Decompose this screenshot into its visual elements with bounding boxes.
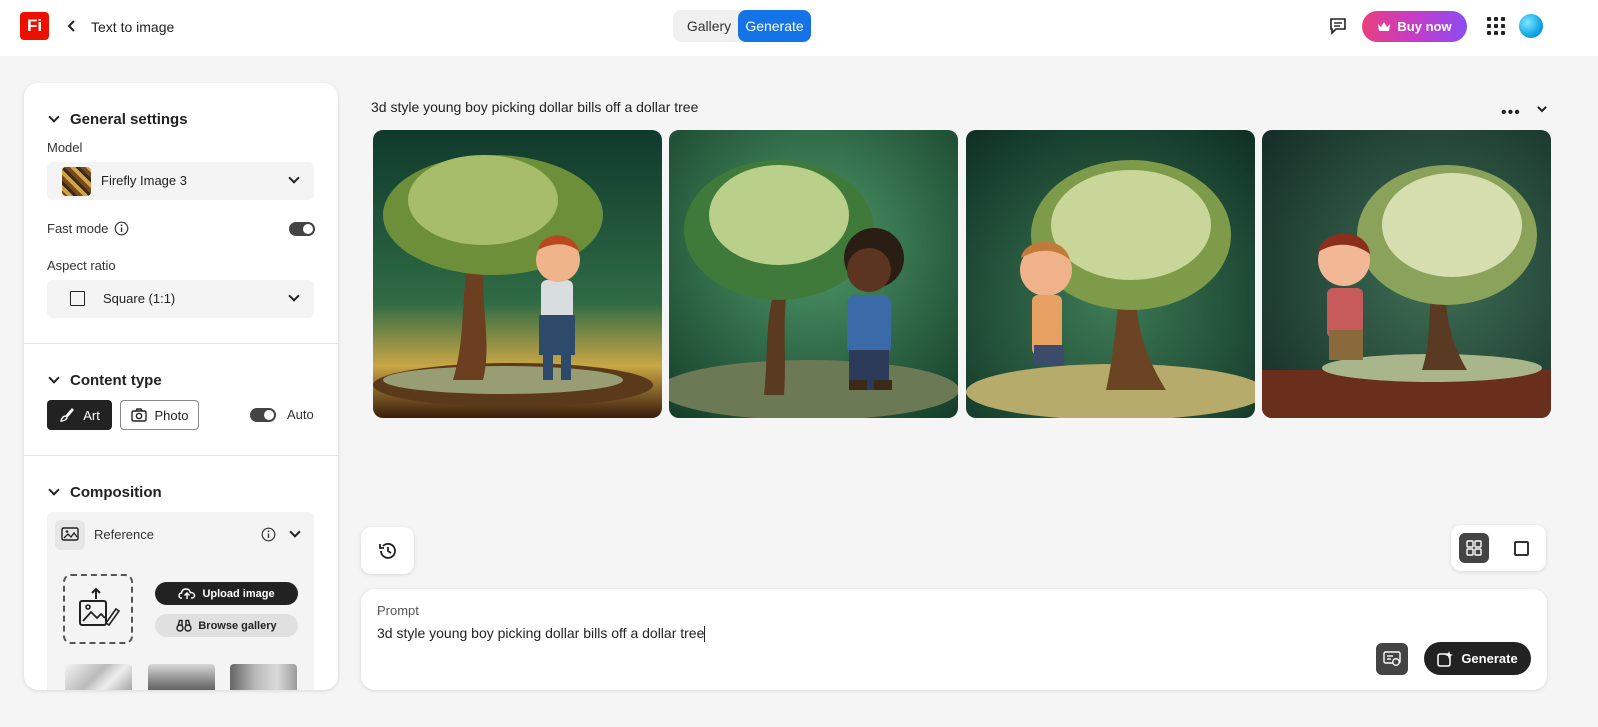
model-thumbnail [62,167,91,196]
chevron-down-icon [48,111,60,123]
chevron-down-icon[interactable] [1536,102,1548,117]
upload-image-icon [79,587,120,627]
general-settings-title: General settings [70,111,188,128]
chevron-down-icon [288,290,300,302]
prompt-input[interactable]: 3d style young boy picking dollar bills … [377,625,706,643]
chevron-down-icon [48,372,60,384]
apps-grid-icon[interactable] [1487,17,1505,35]
buy-now-label: Buy now [1397,19,1452,34]
upload-image-label: Upload image [202,587,275,600]
photo-button[interactable]: Photo [120,400,199,430]
money-tree-image-icon [669,130,958,418]
view-switch [1451,525,1546,571]
browse-gallery-label: Browse gallery [198,619,277,632]
aspect-ratio-select[interactable]: Square (1:1) [47,280,314,318]
info-icon[interactable] [114,221,129,239]
buy-now-button[interactable]: Buy now [1362,11,1467,42]
info-icon[interactable] [261,527,276,545]
feedback-icon[interactable] [1328,16,1348,36]
auto-toggle[interactable] [250,408,276,422]
cloud-upload-icon [178,588,196,599]
fast-mode-label: Fast mode [47,221,109,236]
prompt-panel: Prompt 3d style young boy picking dollar… [361,589,1547,690]
crown-icon [1378,21,1391,31]
reference-thumbnail[interactable] [65,664,132,690]
divider [24,343,338,344]
firefly-logo[interactable]: Fi [20,12,49,40]
art-button[interactable]: Art [47,400,112,430]
prompt-label: Prompt [377,603,419,618]
page-title[interactable]: Text to image [91,19,174,35]
back-arrow-icon[interactable] [66,17,78,38]
reference-thumbnail[interactable] [148,664,215,690]
history-button[interactable] [361,527,414,574]
reference-thumbnail[interactable] [230,664,297,690]
upload-dropzone[interactable] [63,574,133,644]
chevron-down-icon[interactable] [289,526,301,538]
money-tree-image-icon [1262,130,1551,418]
generated-image-1[interactable] [373,130,662,418]
upload-image-button[interactable]: Upload image [155,582,298,605]
browse-gallery-button[interactable]: Browse gallery [155,614,298,637]
brush-icon [60,407,75,422]
binoculars-icon [176,619,193,632]
art-label: Art [83,407,100,423]
generated-image-4[interactable] [1262,130,1551,418]
model-select[interactable]: Firefly Image 3 [47,162,314,200]
photo-label: Photo [154,407,189,423]
generated-image-2[interactable] [669,130,958,418]
image-settings-icon [1383,651,1401,666]
style-reference-button[interactable] [1376,643,1408,675]
tab-generate[interactable]: Generate [738,10,811,42]
chevron-down-icon [48,484,60,496]
content-type-title: Content type [70,372,162,389]
money-tree-image-icon [966,130,1255,418]
generated-image-3[interactable] [966,130,1255,418]
general-settings-header[interactable]: General settings [48,111,188,128]
generate-label: Generate [1461,651,1518,666]
chevron-down-icon [288,172,300,184]
square-icon [70,291,85,306]
mode-switch: Gallery Generate [673,10,811,42]
generate-sparkle-icon [1437,650,1454,667]
aspect-ratio-label: Aspect ratio [47,258,116,273]
aspect-ratio-value: Square (1:1) [103,291,176,306]
avatar[interactable] [1519,14,1543,38]
reference-image-icon [55,520,85,550]
reference-section: Reference Upload image Browse gallery [47,512,314,690]
result-prompt-title: 3d style young boy picking dollar bills … [371,99,699,115]
single-view-icon[interactable] [1514,541,1529,556]
prompt-input-value: 3d style young boy picking dollar bills … [377,625,705,641]
model-value: Firefly Image 3 [101,173,187,188]
composition-title: Composition [70,484,162,501]
composition-header[interactable]: Composition [48,484,162,501]
settings-panel: General settings Model Firefly Image 3 F… [24,83,338,690]
divider [24,455,338,456]
generate-button[interactable]: Generate [1424,642,1531,675]
history-icon [378,542,396,559]
model-label: Model [47,140,83,155]
auto-label: Auto [287,407,314,422]
content-type-header[interactable]: Content type [48,372,162,389]
top-bar: Fi Text to image Gallery Generate Buy no… [0,0,1598,56]
camera-icon [130,408,147,422]
grid-view-icon[interactable] [1459,533,1489,563]
fast-mode-toggle[interactable] [289,222,315,236]
more-options-icon[interactable]: ••• [1501,104,1521,122]
reference-label: Reference [94,527,154,542]
money-tree-image-icon [373,130,662,418]
tab-gallery[interactable]: Gallery [679,10,739,42]
